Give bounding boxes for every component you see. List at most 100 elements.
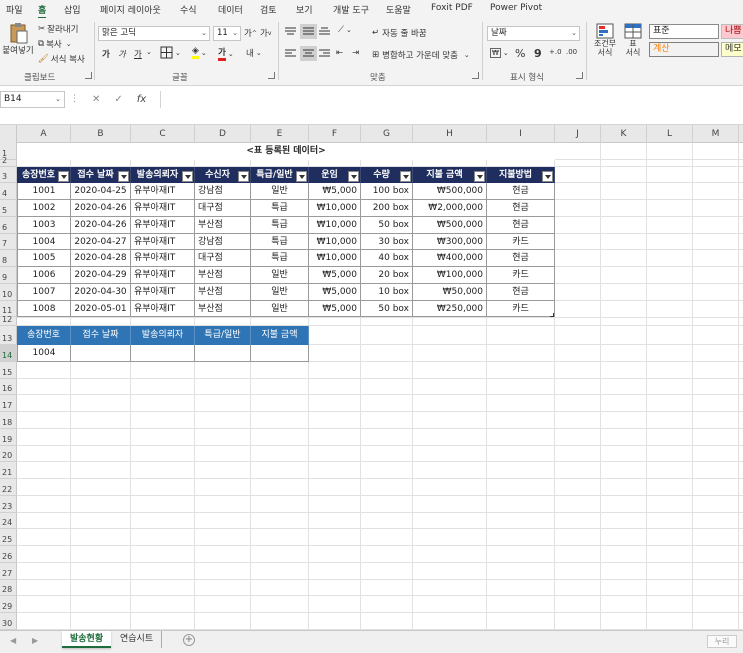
table-cell[interactable]: 부산점 [195, 283, 251, 301]
cell-area[interactable]: <표 등록된 데이터> 송장번호 접수 날짜 발송의뢰자 수신자 특급/일반 운임 수량 지불 … [17, 143, 743, 630]
table-cell[interactable]: 부산점 [195, 267, 251, 284]
number-format-select[interactable]: 날짜 ⌄ [487, 26, 580, 41]
row-header[interactable]: 25 [0, 529, 17, 547]
filter-dropdown-icon[interactable] [348, 170, 359, 182]
tab-help[interactable]: 도움말 [386, 3, 411, 16]
table-cell[interactable]: ₩2,000,000 [413, 200, 487, 217]
tab-data[interactable]: 데이터 [218, 3, 243, 16]
row-header[interactable]: 24 [0, 513, 17, 530]
comma-button[interactable]: 9 [534, 47, 542, 60]
chevron-down-icon[interactable]: ⌄ [146, 48, 152, 56]
clipboard-launcher-icon[interactable] [85, 72, 92, 79]
row-header[interactable]: 9 [0, 267, 17, 284]
table-cell[interactable]: 일반 [251, 283, 309, 301]
bold-button[interactable]: 가 [102, 48, 110, 60]
row-header[interactable]: 4 [0, 183, 17, 201]
table-cell[interactable]: 유부아재IT [131, 300, 195, 318]
row-header[interactable]: 8 [0, 250, 17, 268]
filter-dropdown-icon[interactable] [296, 170, 307, 182]
table-header-cell[interactable]: 지불 금액 [413, 166, 487, 184]
filter-dropdown-icon[interactable] [474, 170, 485, 182]
column-header[interactable]: C [131, 125, 195, 143]
table-cell[interactable]: 1002 [17, 200, 71, 217]
row-header[interactable]: 22 [0, 479, 17, 496]
table-cell[interactable]: 대구점 [195, 250, 251, 268]
table-cell[interactable]: 30 box [361, 233, 413, 251]
table-cell[interactable]: 100 box [361, 183, 413, 201]
formula-input[interactable] [160, 91, 743, 108]
table-cell[interactable]: 일반 [251, 300, 309, 318]
column-header[interactable]: F [309, 125, 361, 143]
lookup-header-cell[interactable]: 특급/일반 [195, 326, 251, 345]
tab-file[interactable]: 파일 [6, 3, 23, 16]
row-header[interactable]: 7 [0, 234, 17, 251]
table-cell[interactable]: 1003 [17, 216, 71, 234]
align-right-button[interactable] [318, 48, 331, 59]
table-cell[interactable]: 유부아재IT [131, 216, 195, 234]
font-color-button[interactable]: 가 ⌄ [218, 46, 234, 61]
row-header[interactable]: 28 [0, 580, 17, 597]
copy-button[interactable]: ⧉ 복사 ⌄ [38, 38, 72, 50]
lookup-result-cell[interactable] [131, 345, 195, 362]
table-cell[interactable]: ₩400,000 [413, 250, 487, 268]
table-cell[interactable]: 1001 [17, 183, 71, 201]
lookup-header-cell[interactable]: 발송의뢰자 [131, 326, 195, 345]
table-cell[interactable]: 유부아재IT [131, 250, 195, 268]
table-cell[interactable]: 유부아재IT [131, 183, 195, 201]
table-cell[interactable]: 20 box [361, 267, 413, 284]
table-cell[interactable]: 2020-04-26 [71, 216, 131, 234]
table-cell[interactable]: ₩500,000 [413, 216, 487, 234]
table-cell[interactable]: 현금 [487, 183, 555, 201]
table-cell[interactable]: ₩50,000 [413, 283, 487, 301]
table-cell[interactable]: 카드 [487, 300, 555, 318]
percent-button[interactable]: % [515, 47, 525, 60]
table-cell[interactable]: 1006 [17, 267, 71, 284]
table-cell[interactable]: 1007 [17, 283, 71, 301]
row-header[interactable]: 17 [0, 395, 17, 413]
tab-view[interactable]: 보기 [296, 3, 313, 16]
row-header[interactable]: 16 [0, 379, 17, 396]
alignment-launcher-icon[interactable] [472, 72, 479, 79]
table-cell[interactable]: 유부아재IT [131, 267, 195, 284]
tab-page-layout[interactable]: 페이지 레이아웃 [100, 3, 161, 16]
style-note[interactable]: 메모 [721, 42, 743, 57]
row-header[interactable]: 19 [0, 429, 17, 446]
table-cell[interactable]: 40 box [361, 250, 413, 268]
tab-developer[interactable]: 개발 도구 [333, 3, 369, 16]
align-middle-button[interactable] [300, 24, 317, 39]
table-header-cell[interactable]: 수신자 [195, 166, 251, 184]
cancel-icon[interactable]: ✕ [92, 94, 100, 105]
table-cell[interactable]: 2020-04-28 [71, 250, 131, 268]
lookup-header-cell[interactable]: 접수 날짜 [71, 326, 131, 345]
row-header[interactable]: 5 [0, 200, 17, 217]
shrink-font-button[interactable]: 가v [260, 27, 271, 39]
decrease-indent-button[interactable]: ⇤ [336, 48, 343, 58]
table-cell[interactable]: ₩10,000 [309, 250, 361, 268]
table-header-cell[interactable]: 접수 날짜 [71, 166, 131, 184]
table-cell[interactable]: 현금 [487, 283, 555, 301]
next-sheet-icon[interactable]: ▶ [32, 636, 38, 645]
table-cell[interactable]: 50 box [361, 216, 413, 234]
prev-sheet-icon[interactable]: ◀ [10, 636, 16, 645]
lookup-result-cell[interactable] [71, 345, 131, 362]
table-cell[interactable]: 1005 [17, 250, 71, 268]
grow-font-button[interactable]: 가 ^ [244, 27, 257, 39]
increase-indent-button[interactable]: ⇥ [352, 48, 359, 58]
orientation-button[interactable]: ⟋ ⌄ [338, 25, 352, 35]
accounting-format-button[interactable]: ₩ ⌄ [490, 48, 509, 58]
filter-dropdown-icon[interactable] [238, 170, 249, 182]
table-cell[interactable]: 1004 [17, 233, 71, 251]
table-resize-handle[interactable] [550, 312, 554, 317]
row-header[interactable]: 14 [0, 345, 17, 362]
borders-button[interactable]: ⌄ [160, 46, 181, 59]
tab-foxit-pdf[interactable]: Foxit PDF [431, 3, 473, 13]
row-header[interactable]: 30 [0, 613, 17, 630]
table-cell[interactable]: 일반 [251, 183, 309, 201]
table-cell[interactable]: 유부아재IT [131, 233, 195, 251]
column-header[interactable]: J [555, 125, 601, 143]
style-calculation[interactable]: 계산 [649, 42, 719, 57]
table-cell[interactable]: 부산점 [195, 300, 251, 318]
select-all-corner[interactable] [0, 125, 17, 143]
filter-dropdown-icon[interactable] [542, 170, 553, 182]
column-header[interactable]: H [413, 125, 487, 143]
